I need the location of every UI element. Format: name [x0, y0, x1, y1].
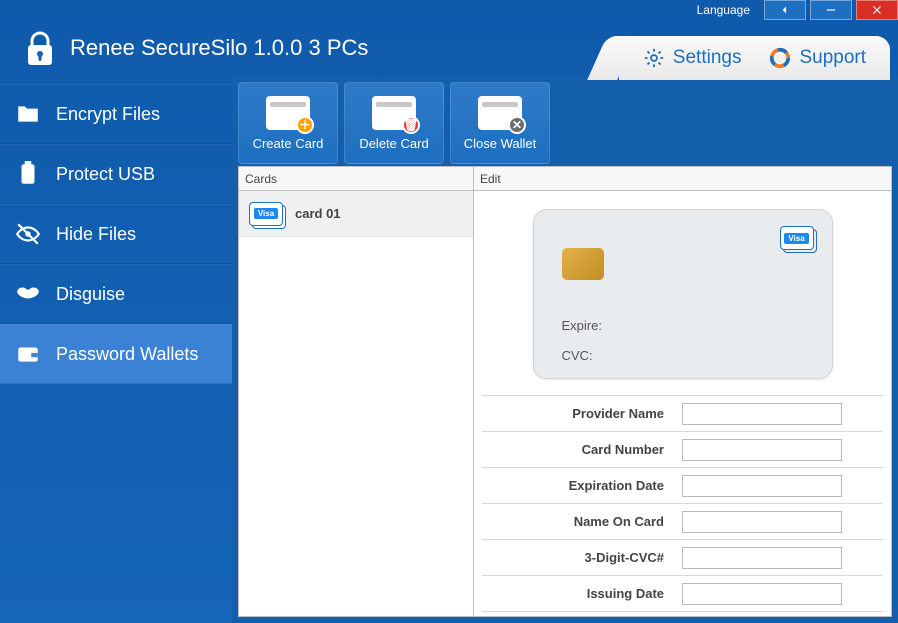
form-row: Expiration Date	[482, 467, 883, 503]
form-label: Card Number	[482, 442, 682, 457]
close-wallet-button[interactable]: ✕ Close Wallet	[450, 82, 550, 164]
sidebar: Encrypt Files Protect USB Hide Files Dis…	[0, 76, 232, 623]
wallet-icon	[14, 341, 42, 367]
form-label: Issuing Date	[482, 586, 682, 601]
form-row: Card Number	[482, 431, 883, 467]
create-card-button[interactable]: ＋ Create Card	[238, 82, 338, 164]
form-input[interactable]	[682, 439, 842, 461]
form-row: PIN	[482, 611, 883, 616]
form-row: Name On Card	[482, 503, 883, 539]
app-title: Renee SecureSilo 1.0.0 3 PCs	[70, 35, 368, 61]
edit-scroll[interactable]: Visa Expire: CVC: Provider Name Card Numb…	[474, 191, 891, 616]
sidebar-item-label: Disguise	[56, 284, 125, 305]
sidebar-item-password-wallets[interactable]: Password Wallets	[0, 324, 232, 384]
lifebuoy-icon	[769, 47, 791, 69]
sidebar-item-label: Hide Files	[56, 224, 136, 245]
card-brand-badge: Visa	[784, 233, 808, 244]
tab-settings-label: Settings	[673, 47, 742, 69]
form-input[interactable]	[682, 403, 842, 425]
mask-icon	[14, 281, 42, 307]
header: Renee SecureSilo 1.0.0 3 PCs Settings Su…	[0, 20, 898, 76]
sidebar-item-label: Password Wallets	[56, 344, 198, 365]
tab-settings[interactable]: Settings	[643, 47, 742, 69]
sidebar-item-protect-usb[interactable]: Protect USB	[0, 144, 232, 204]
sidebar-item-disguise[interactable]: Disguise	[0, 264, 232, 324]
form-row: Issuing Date	[482, 575, 883, 611]
sidebar-item-hide-files[interactable]: Hide Files	[0, 204, 232, 264]
tab-support-label: Support	[799, 47, 866, 69]
language-selector[interactable]: Language	[697, 0, 760, 20]
eye-off-icon	[14, 221, 42, 247]
close-wallet-label: Close Wallet	[464, 136, 536, 151]
form-label: Expiration Date	[482, 478, 682, 493]
form-row: Provider Name	[482, 395, 883, 431]
delete-card-button[interactable]: 🗑 Delete Card	[344, 82, 444, 164]
sidebar-item-encrypt-files[interactable]: Encrypt Files	[0, 84, 232, 144]
card-add-icon: ＋	[266, 96, 310, 130]
form-input[interactable]	[682, 475, 842, 497]
cards-header: Cards	[239, 167, 473, 191]
credit-card-icon: Visa	[249, 202, 283, 226]
card-expire-label: Expire:	[562, 318, 602, 333]
card-preview: Visa Expire: CVC:	[533, 209, 833, 379]
delete-card-label: Delete Card	[359, 136, 428, 151]
form-label: Name On Card	[482, 514, 682, 529]
minimize-icon	[824, 3, 838, 17]
usb-icon	[14, 161, 42, 187]
workarea: Cards Visa card 01 Edit Vi	[238, 166, 892, 617]
content: ＋ Create Card 🗑 Delete Card ✕ Close Wall…	[232, 76, 898, 623]
close-icon	[870, 3, 884, 17]
back-button[interactable]	[764, 0, 806, 20]
wallet-close-icon: ✕	[478, 96, 522, 130]
create-card-label: Create Card	[253, 136, 324, 151]
form-label: Provider Name	[482, 406, 682, 421]
card-preview-brand: Visa	[780, 226, 814, 250]
folder-lock-icon	[14, 101, 42, 127]
arrow-left-icon	[778, 3, 792, 17]
form-input[interactable]	[682, 583, 842, 605]
title-bar: Language	[0, 0, 898, 20]
cards-column: Cards Visa card 01	[239, 167, 474, 616]
main-body: Encrypt Files Protect USB Hide Files Dis…	[0, 76, 898, 623]
gear-icon	[643, 47, 665, 69]
card-delete-icon: 🗑	[372, 96, 416, 130]
app-window: Language Renee SecureSilo 1.0.0 3 PCs	[0, 0, 898, 623]
edit-header: Edit	[474, 167, 891, 191]
tab-support[interactable]: Support	[769, 47, 866, 69]
sidebar-item-label: Encrypt Files	[56, 104, 160, 125]
lock-icon	[24, 29, 56, 67]
card-list-item[interactable]: Visa card 01	[239, 191, 473, 237]
chip-icon	[562, 248, 604, 280]
form-label: 3-Digit-CVC#	[482, 550, 682, 565]
card-name: card 01	[295, 206, 341, 221]
card-brand-badge: Visa	[254, 208, 278, 219]
edit-column: Edit Visa Expire: CVC: Provider Name Card…	[474, 167, 891, 616]
card-cvc-label: CVC:	[562, 348, 593, 363]
brand: Renee SecureSilo 1.0.0 3 PCs	[0, 29, 368, 67]
minimize-button[interactable]	[810, 0, 852, 20]
sidebar-item-label: Protect USB	[56, 164, 155, 185]
toolbar: ＋ Create Card 🗑 Delete Card ✕ Close Wall…	[232, 76, 898, 166]
card-form: Provider Name Card Number Expiration Date N…	[482, 395, 883, 616]
form-input[interactable]	[682, 547, 842, 569]
form-input[interactable]	[682, 511, 842, 533]
form-row: 3-Digit-CVC#	[482, 539, 883, 575]
top-tabs: Settings Support	[619, 36, 890, 80]
close-button[interactable]	[856, 0, 898, 20]
